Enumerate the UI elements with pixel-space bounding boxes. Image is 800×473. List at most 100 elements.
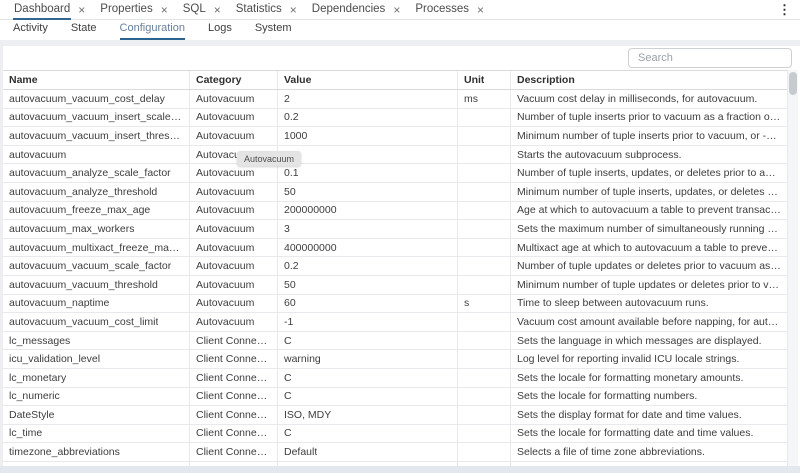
table-row[interactable]: autovacuum_naptimeAutovacuum60sTime to s… [3,295,787,314]
cell-name: autovacuum_analyze_threshold [3,183,190,201]
cell-category: Client Connection D... [190,388,278,406]
cell-unit: s [458,295,511,313]
subtab-logs[interactable]: Logs [208,22,232,40]
table-row[interactable]: icu_validation_levelClient Connection D.… [3,350,787,369]
column-header-value[interactable]: Value [278,71,458,89]
column-header-name[interactable]: Name [3,71,190,89]
cell-value: 0.2 [278,257,458,275]
cell-text: Starts the autovacuum subprocess. [517,149,682,161]
table-row[interactable]: lc_monetaryClient Connection D...CSets t… [3,369,787,388]
cell-category: Client Connection D... [190,332,278,350]
cell-text: Autovacuum [196,316,254,328]
cell-text: s [464,297,469,309]
horizontal-scrollbar-track[interactable] [0,466,800,473]
cell-name: autovacuum_freeze_max_age [3,202,190,220]
table-row[interactable]: autovacuum_multixact_freeze_max_ageAutov… [3,239,787,258]
cell-unit [458,388,511,406]
subtab-system[interactable]: System [255,22,292,40]
close-tab-icon[interactable]: × [78,4,85,16]
table-row[interactable]: autovacuumAutovacuumonStarts the autovac… [3,146,787,165]
cell-value: 50 [278,276,458,294]
subtab-state[interactable]: State [71,22,97,40]
search-input[interactable] [628,48,792,68]
cell-text: 3 [284,223,290,235]
tab-dashboard[interactable]: Dashboard × [6,0,92,19]
column-header-unit[interactable]: Unit [458,71,511,89]
tab-properties[interactable]: Properties × [92,0,174,19]
close-tab-icon[interactable]: × [393,4,400,16]
cell-unit [458,257,511,275]
table-row[interactable]: autovacuum_freeze_max_age Autovacuum 20000… [3,202,787,221]
cell-text: 1000 [284,130,307,142]
cell-text: lc_numeric [9,390,60,402]
table-row[interactable]: lc_messagesClient Connection D...CSets t… [3,332,787,351]
table-row[interactable]: lc_numericClient Connection D...CSets th… [3,388,787,407]
vertical-scrollbar[interactable] [787,70,798,466]
tab-label: Properties [99,0,153,20]
cell-category: Client Connection D... [190,443,278,461]
close-tab-icon[interactable]: × [214,4,221,16]
table-row[interactable]: autovacuum_vacuum_cost_delayAutovacuum2m… [3,90,787,109]
column-header-label: Unit [464,74,484,86]
table-row[interactable]: autovacuum_vacuum_thresholdAutovacuum50M… [3,276,787,295]
cell-unit [458,425,511,443]
cell-text: autovacuum_max_workers [9,223,134,235]
table-row[interactable]: autovacuum_vacuum_cost_limitAutovacuum-1… [3,313,787,332]
cell-text: timezone_abbreviations [9,446,120,458]
cell-text: autovacuum_vacuum_cost_limit [9,316,158,328]
cell-value: on [278,146,458,164]
tab-statistics[interactable]: Statistics× [228,0,304,19]
cell-text: Number of tuple inserts, updates, or del… [517,167,781,179]
cell-value: Default [278,443,458,461]
table-row[interactable]: lc_timeClient Connection D...CSets the l… [3,425,787,444]
cell-text: Time to sleep between autovacuum runs. [517,297,709,309]
cell-text: Sets the display format for date and tim… [517,409,742,421]
cell-description: Minimum number of tuple updates or delet… [511,276,787,294]
table-row[interactable]: autovacuum_max_workersAutovacuum3Sets th… [3,220,787,239]
cell-name: autovacuum_naptime [3,295,190,313]
kebab-menu-icon[interactable]: ⋮ [778,2,791,18]
subtab-activity[interactable]: Activity [13,22,48,40]
close-tab-icon[interactable]: × [161,4,168,16]
tab-dependencies[interactable]: Dependencies× [304,0,408,19]
cell-text: lc_messages [9,335,70,347]
subtab-configuration[interactable]: Configuration [120,22,185,40]
tab-label: Processes [414,0,470,20]
cell-text: Autovacuum [196,204,254,216]
table-row[interactable]: autovacuum_vacuum_insert_thresholdAutova… [3,127,787,146]
scrollbar-thumb[interactable] [789,72,797,95]
cell-name: lc_numeric [3,388,190,406]
cell-description: Starts the autovacuum subprocess. [511,146,787,164]
cell-unit [458,220,511,238]
cell-text: C [284,372,292,384]
cell-text: autovacuum_vacuum_scale_factor [9,260,171,272]
close-tab-icon[interactable]: × [290,4,297,16]
table-row[interactable]: DateStyleClient Connection D...ISO, MDYS… [3,406,787,425]
cell-unit [458,443,511,461]
cell-text: 0.2 [284,111,299,123]
cell-description: Time to sleep between autovacuum runs. [511,295,787,313]
column-header-category[interactable]: Category [190,71,278,89]
cell-unit [458,183,511,201]
cell-unit [458,109,511,127]
table-row[interactable]: autovacuum_vacuum_scale_factorAutovacuum… [3,257,787,276]
tab-sql[interactable]: SQL× [175,0,228,19]
table-row[interactable]: timezone_abbreviations Client Connection … [3,443,787,462]
close-tab-icon[interactable]: × [477,4,484,16]
cell-category: Client Connection D... [190,406,278,424]
cell-category: Autovacuum [190,239,278,257]
column-header-description[interactable]: Description [511,71,787,89]
table-row[interactable]: autovacuum_vacuum_insert_scale_factorAut… [3,109,787,128]
tab-label: Dashboard [13,0,71,20]
cell-text: C [284,427,292,439]
cell-value: 3 [278,220,458,238]
table-row[interactable]: autovacuum_analyze_thresholdAutovacuum50… [3,183,787,202]
cell-unit: ms [458,90,511,108]
cell-text: Autovacuum [196,223,254,235]
column-header-label: Category [196,74,242,86]
cell-unit [458,127,511,145]
cell-value: 200000000 [278,202,458,220]
tab-processes[interactable]: Processes × [407,0,491,19]
table-row[interactable]: autovacuum_analyze_scale_factorAutovacuu… [3,164,787,183]
cell-description: Number of tuple updates or deletes prior… [511,257,787,275]
